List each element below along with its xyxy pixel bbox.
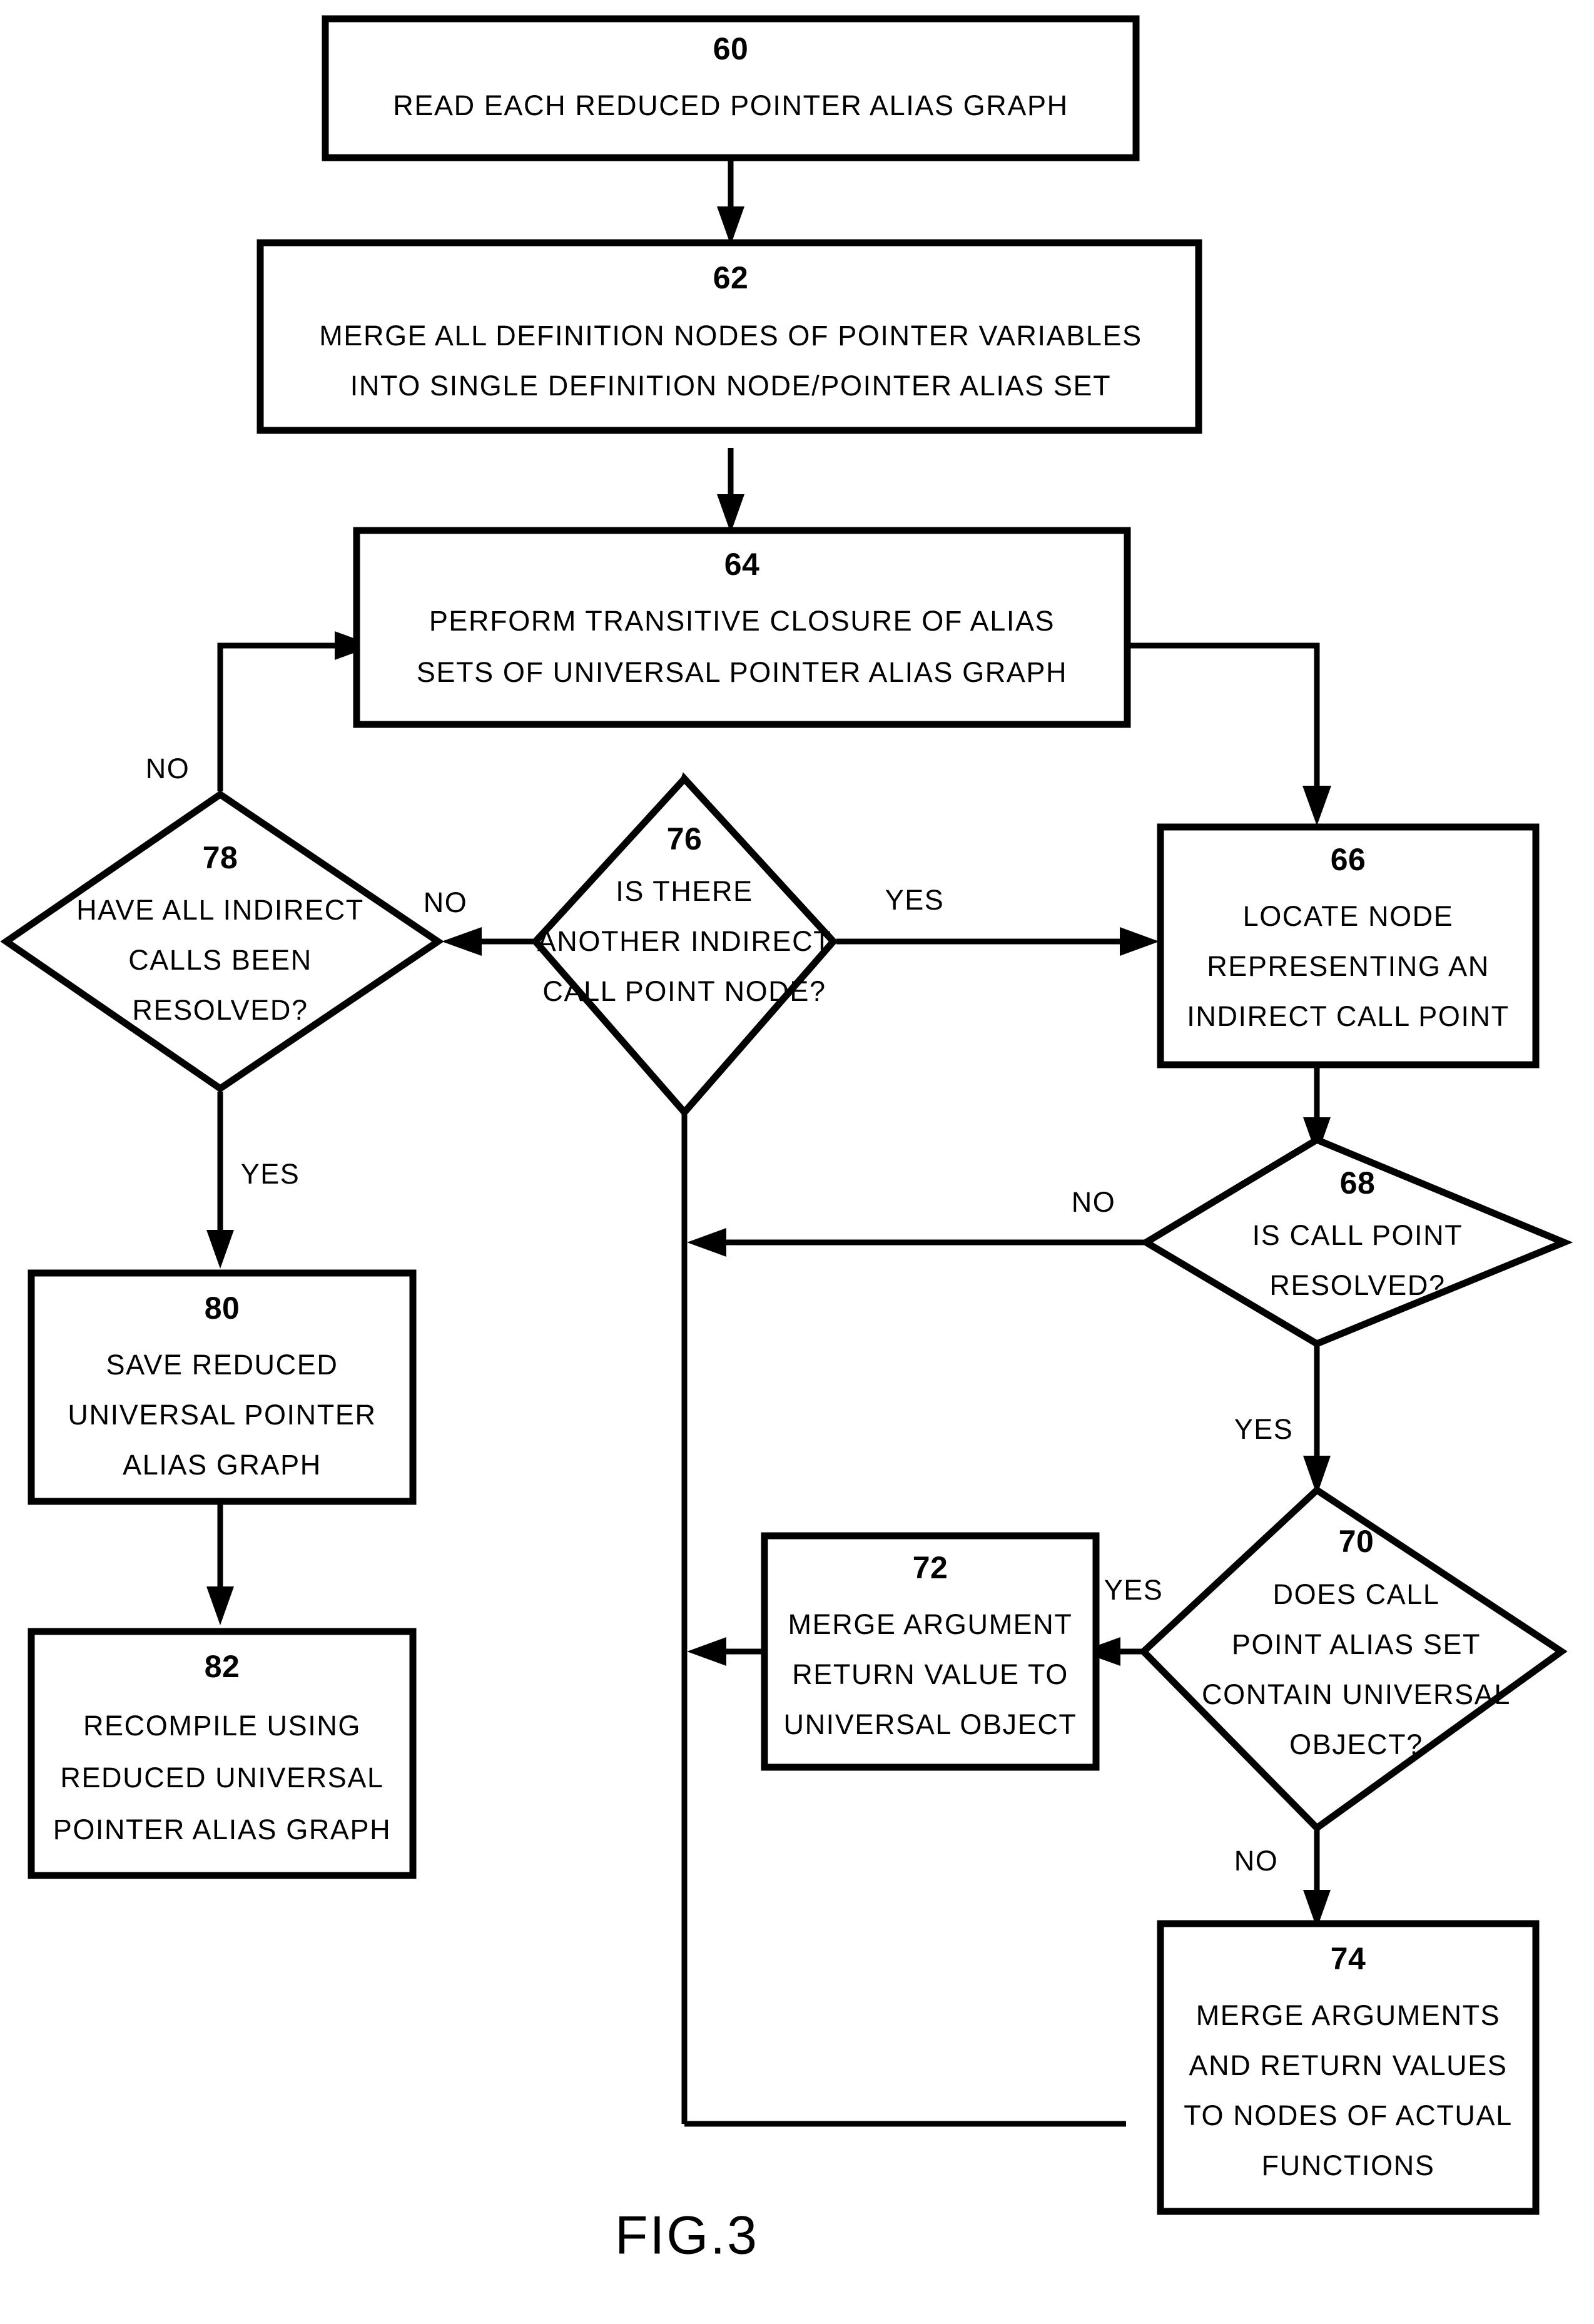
node-82[interactable]: 82 RECOMPILE USING REDUCED UNIVERSAL POI… [28, 1628, 417, 1879]
node-62-line-0: MERGE ALL DEFINITION NODES OF POINTER VA… [319, 320, 1142, 352]
edge-label-68-no: NO [1072, 1186, 1116, 1218]
edge-label-70-yes: YES [1104, 1574, 1164, 1606]
edge-label-78-no: NO [146, 753, 190, 784]
node-70-line-3: OBJECT? [1289, 1728, 1423, 1760]
node-78[interactable]: 78 HAVE ALL INDIRECT CALLS BEEN RESOLVED… [0, 790, 444, 1093]
node-70-line-0: DOES CALL [1273, 1578, 1440, 1610]
connector-72-to-trunk [687, 1637, 764, 1666]
node-76-line-1: ANOTHER INDIRECT [537, 925, 832, 957]
connector-76-to-66 [836, 927, 1159, 956]
node-66-line-0: LOCATE NODE [1243, 900, 1454, 932]
node-64-ref: 64 [724, 547, 760, 582]
node-72-line-1: RETURN VALUE TO [792, 1658, 1069, 1690]
node-78-line-0: HAVE ALL INDIRECT [76, 894, 364, 926]
connector-80-to-82 [206, 1501, 234, 1625]
node-76[interactable]: 76 IS THERE ANOTHER INDIRECT CALL POINT … [530, 772, 838, 1119]
node-80-ref: 80 [205, 1291, 240, 1326]
edge-label-68-yes: YES [1234, 1413, 1294, 1445]
node-68-line-1: RESOLVED? [1269, 1269, 1445, 1301]
connector-62-to-64 [717, 448, 744, 533]
node-76-ref: 76 [667, 821, 703, 856]
node-80-line-1: UNIVERSAL POINTER [68, 1399, 376, 1431]
node-70-ref: 70 [1339, 1524, 1374, 1559]
node-60-ref: 60 [713, 31, 749, 66]
node-74-line-3: FUNCTIONS [1262, 2149, 1435, 2181]
edge-label-76-yes: YES [885, 884, 945, 916]
edge-label-76-no: NO [424, 886, 468, 918]
node-72-line-2: UNIVERSAL OBJECT [783, 1708, 1077, 1740]
node-68[interactable]: 68 IS CALL POINT RESOLVED? [1139, 1135, 1573, 1348]
node-64-line-0: PERFORM TRANSITIVE CLOSURE OF ALIAS [429, 605, 1055, 637]
node-76-line-2: CALL POINT NODE? [542, 975, 826, 1007]
node-82-line-1: REDUCED UNIVERSAL [60, 1762, 383, 1794]
node-70[interactable]: 70 DOES CALL POINT ALIAS SET CONTAIN UNI… [1139, 1486, 1568, 1833]
node-78-line-2: RESOLVED? [132, 994, 308, 1026]
node-82-line-0: RECOMPILE USING [83, 1710, 361, 1742]
node-60-line-0: READ EACH REDUCED POINTER ALIAS GRAPH [393, 89, 1068, 121]
node-62-ref: 62 [713, 260, 749, 295]
node-80-line-2: ALIAS GRAPH [123, 1449, 322, 1481]
node-74-line-0: MERGE ARGUMENTS [1196, 1999, 1501, 2031]
connector-60-to-62 [717, 158, 744, 245]
node-62-line-1: INTO SINGLE DEFINITION NODE/POINTER ALIA… [350, 370, 1111, 402]
node-78-ref: 78 [203, 840, 238, 875]
node-62[interactable]: 62 MERGE ALL DEFINITION NODES OF POINTER… [256, 239, 1202, 434]
node-72-line-0: MERGE ARGUMENT [788, 1608, 1073, 1640]
node-76-line-0: IS THERE [616, 875, 753, 907]
connector-78-to-64 [217, 631, 374, 791]
node-82-line-2: POINTER ALIAS GRAPH [53, 1814, 392, 1845]
node-70-line-1: POINT ALIAS SET [1232, 1628, 1481, 1660]
node-66-line-1: REPRESENTING AN [1207, 950, 1490, 982]
node-74-ref: 74 [1331, 1941, 1366, 1976]
connector-70-to-74 [1303, 1830, 1331, 1929]
connector-78-to-80 [206, 1092, 234, 1269]
node-80[interactable]: 80 SAVE REDUCED UNIVERSAL POINTER ALIAS … [28, 1269, 417, 1505]
node-66-line-2: INDIRECT CALL POINT [1187, 1000, 1510, 1032]
edge-label-78-yes: YES [241, 1158, 300, 1190]
node-64-line-1: SETS OF UNIVERSAL POINTER ALIAS GRAPH [417, 656, 1067, 688]
node-60[interactable]: 60 READ EACH REDUCED POINTER ALIAS GRAPH [322, 15, 1140, 161]
node-80-line-0: SAVE REDUCED [106, 1349, 338, 1381]
figure-sheet: 60 READ EACH REDUCED POINTER ALIAS GRAPH… [0, 0, 1594, 2324]
node-72[interactable]: 72 MERGE ARGUMENT RETURN VALUE TO UNIVER… [761, 1532, 1100, 1771]
connector-64-to-66 [1126, 642, 1331, 826]
connector-68-to-70 [1303, 1344, 1331, 1495]
figure-label: FIG.3 [615, 2206, 759, 2266]
node-82-ref: 82 [205, 1649, 240, 1684]
node-68-ref: 68 [1340, 1165, 1376, 1200]
node-70-line-2: CONTAIN UNIVERSAL [1202, 1678, 1511, 1710]
node-66-ref: 66 [1331, 842, 1366, 877]
node-72-ref: 72 [913, 1550, 948, 1585]
node-64[interactable]: 64 PERFORM TRANSITIVE CLOSURE OF ALIAS S… [353, 527, 1131, 728]
node-78-line-1: CALLS BEEN [128, 944, 312, 976]
node-74[interactable]: 74 MERGE ARGUMENTS AND RETURN VALUES TO … [1157, 1920, 1540, 2215]
node-74-line-1: AND RETURN VALUES [1189, 2049, 1508, 2081]
edge-label-70-no: NO [1234, 1845, 1279, 1877]
connector-68-no-to-trunk [687, 1228, 1145, 1257]
flowchart-diagram: 60 READ EACH REDUCED POINTER ALIAS GRAPH… [0, 15, 1573, 2266]
node-68-line-0: IS CALL POINT [1252, 1219, 1463, 1251]
node-66[interactable]: 66 LOCATE NODE REPRESENTING AN INDIRECT … [1157, 823, 1540, 1068]
node-74-line-2: TO NODES OF ACTUAL [1184, 2099, 1513, 2131]
